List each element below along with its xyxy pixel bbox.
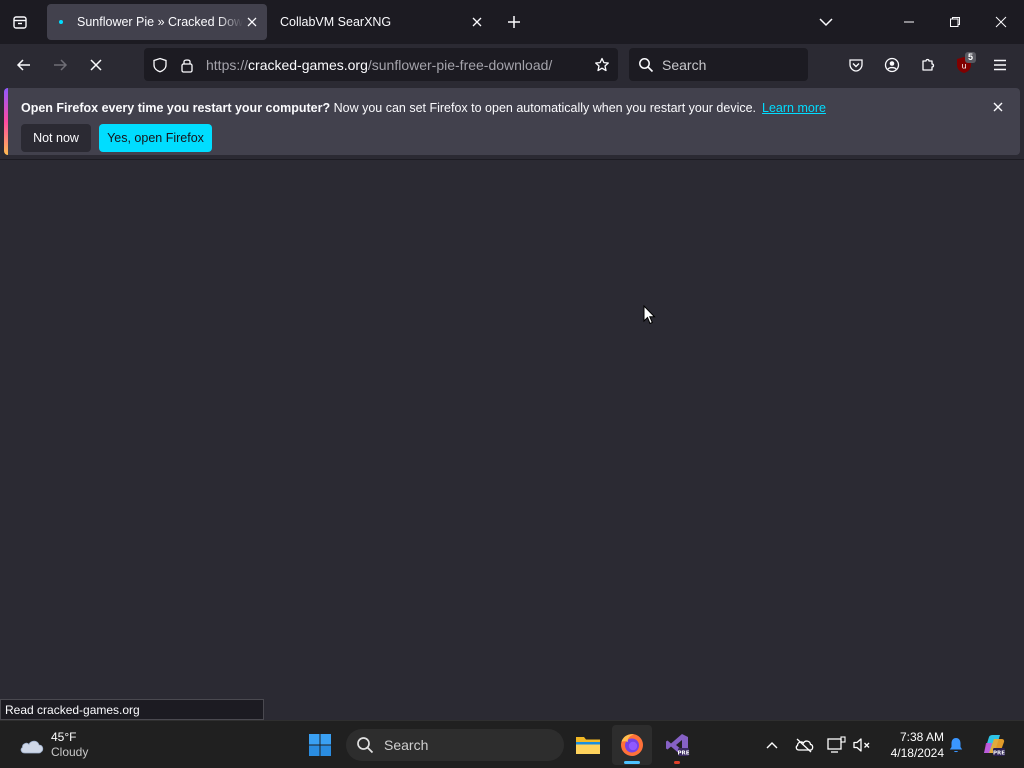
bookmark-star-icon[interactable] bbox=[592, 55, 612, 75]
weather-temperature: 45°F bbox=[51, 730, 77, 744]
taskbar-clock[interactable]: 7:38 AM 4/18/2024 bbox=[876, 729, 944, 761]
weather-condition: Cloudy bbox=[51, 745, 89, 759]
taskbar-search-box[interactable]: Search bbox=[346, 729, 564, 761]
default-browser-notification: Open Firefox every time you restart your… bbox=[4, 88, 1020, 155]
tab-title: Sunflower Pie » Cracked Downloads bbox=[77, 15, 243, 29]
clock-date: 4/18/2024 bbox=[890, 746, 944, 760]
minimize-button[interactable] bbox=[886, 0, 932, 44]
file-explorer-taskbar-button[interactable] bbox=[568, 725, 608, 765]
puzzle-piece-icon bbox=[922, 58, 935, 71]
status-panel: Read cracked-games.org bbox=[0, 699, 264, 720]
svg-text:PRE: PRE bbox=[993, 751, 1005, 757]
search-placeholder: Search bbox=[662, 56, 707, 73]
forward-button[interactable] bbox=[45, 50, 75, 80]
tab-collabvm-searxng[interactable]: CollabVM SearXNG bbox=[270, 4, 492, 40]
notifications-button[interactable] bbox=[944, 733, 968, 757]
plus-icon bbox=[508, 16, 520, 28]
close-icon bbox=[995, 16, 1007, 28]
clock-time: 7:38 AM bbox=[899, 730, 944, 744]
not-now-button[interactable]: Not now bbox=[21, 124, 91, 152]
windows-taskbar: 45°F Cloudy Search PRE 7:38 AM 4/18/2024 bbox=[0, 720, 1024, 768]
running-app-indicator bbox=[674, 761, 680, 764]
search-icon bbox=[639, 57, 654, 72]
network-tray-button[interactable] bbox=[824, 733, 848, 757]
show-hidden-icons-button[interactable] bbox=[760, 733, 784, 757]
volume-tray-button[interactable] bbox=[850, 733, 874, 757]
url-bar[interactable]: https://cracked-games.org/sunflower-pie-… bbox=[144, 48, 618, 81]
tab-sunflower-pie[interactable]: Sunflower Pie » Cracked Downloads bbox=[47, 4, 267, 40]
network-display-icon bbox=[827, 736, 846, 753]
yes-open-firefox-button[interactable]: Yes, open Firefox bbox=[99, 124, 212, 152]
close-tab-icon[interactable] bbox=[243, 13, 261, 31]
copilot-preview-button[interactable]: PRE bbox=[978, 733, 1008, 757]
mouse-cursor-icon bbox=[643, 305, 656, 325]
arrow-right-icon bbox=[54, 59, 68, 71]
page-content[interactable] bbox=[0, 160, 1024, 720]
restore-icon bbox=[950, 17, 960, 27]
back-button[interactable] bbox=[9, 50, 39, 80]
visual-studio-preview-taskbar-button[interactable]: PRE bbox=[657, 725, 697, 765]
svg-text:PRE: PRE bbox=[677, 751, 689, 757]
notification-accent-stripe bbox=[4, 88, 8, 155]
app-menu-button[interactable] bbox=[985, 50, 1015, 80]
account-button[interactable] bbox=[877, 50, 907, 80]
notification-message: Open Firefox every time you restart your… bbox=[21, 101, 826, 115]
tab-bar: Sunflower Pie » Cracked Downloads Collab… bbox=[0, 0, 1024, 44]
arrow-left-icon bbox=[16, 59, 30, 71]
bell-icon bbox=[949, 738, 963, 753]
learn-more-link[interactable]: Learn more bbox=[762, 101, 826, 115]
firefox-logo-icon bbox=[621, 734, 643, 756]
search-bar[interactable]: Search bbox=[629, 48, 808, 81]
firefox-taskbar-button[interactable] bbox=[612, 725, 652, 765]
chevron-up-icon bbox=[766, 742, 778, 749]
stop-icon bbox=[90, 59, 102, 71]
close-tab-icon[interactable] bbox=[468, 13, 486, 31]
url-text[interactable]: https://cracked-games.org/sunflower-pie-… bbox=[206, 57, 552, 73]
search-icon bbox=[357, 737, 374, 754]
lock-icon[interactable] bbox=[177, 55, 197, 75]
account-icon bbox=[884, 57, 900, 73]
stop-loading-button[interactable] bbox=[81, 50, 111, 80]
close-notification-icon[interactable] bbox=[990, 99, 1006, 115]
blocked-count-badge: 5 bbox=[965, 52, 977, 63]
weather-widget[interactable]: 45°F Cloudy bbox=[16, 729, 126, 761]
list-all-tabs-button[interactable] bbox=[0, 0, 40, 44]
minimize-icon bbox=[904, 21, 914, 23]
close-window-button[interactable] bbox=[978, 0, 1024, 44]
tab-overflow-button[interactable] bbox=[814, 10, 838, 34]
speaker-muted-icon bbox=[853, 738, 870, 752]
ublock-origin-button[interactable]: u 5 bbox=[949, 50, 979, 80]
active-app-indicator bbox=[624, 761, 640, 764]
restore-button[interactable] bbox=[932, 0, 978, 44]
taskbar-search-placeholder: Search bbox=[384, 737, 429, 753]
loading-favicon-icon bbox=[53, 14, 69, 30]
chevron-down-icon bbox=[819, 18, 833, 27]
start-button[interactable] bbox=[300, 725, 340, 765]
pocket-icon bbox=[849, 59, 863, 72]
svg-text:u: u bbox=[961, 62, 966, 71]
cloud-icon bbox=[20, 740, 44, 754]
extensions-button[interactable] bbox=[913, 50, 943, 80]
hamburger-menu-icon bbox=[994, 59, 1006, 71]
tab-list-icon bbox=[13, 16, 27, 29]
tab-title: CollabVM SearXNG bbox=[280, 15, 392, 29]
visual-studio-icon: PRE bbox=[666, 734, 690, 757]
onedrive-offline-icon bbox=[795, 738, 814, 753]
folder-icon bbox=[576, 737, 600, 754]
navigation-toolbar: https://cracked-games.org/sunflower-pie-… bbox=[0, 44, 1024, 86]
pocket-button[interactable] bbox=[841, 50, 871, 80]
windows-logo-icon bbox=[309, 734, 331, 756]
onedrive-tray-button[interactable] bbox=[792, 733, 816, 757]
tracking-protection-shield-icon[interactable] bbox=[150, 55, 170, 75]
new-tab-button[interactable] bbox=[502, 10, 526, 34]
copilot-icon: PRE bbox=[984, 735, 1005, 757]
